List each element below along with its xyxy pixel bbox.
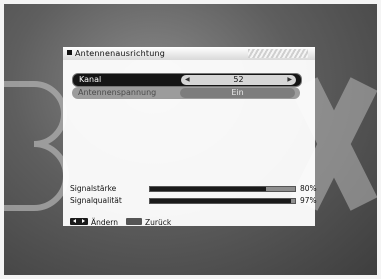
antenna-voltage-value: Ein	[231, 88, 244, 97]
signal-quality-fill	[150, 199, 291, 203]
channel-value: 52	[233, 75, 244, 84]
antenna-voltage-row[interactable]: Antennenspannung Ein	[72, 87, 300, 99]
channel-row[interactable]: Kanal ◀ 52 ▶	[72, 73, 302, 87]
signal-strength-percent: 80%	[300, 184, 317, 193]
signal-quality-label: Signalqualität	[70, 196, 122, 205]
change-hint: Ändern	[91, 218, 118, 227]
panel-header: Antennenausrichtung	[63, 47, 315, 60]
left-right-keys-icon	[70, 218, 88, 225]
back-key-icon	[125, 218, 142, 225]
signal-quality-bar	[149, 198, 296, 204]
help-bar: Ändern Zurück	[70, 218, 171, 228]
arrow-right-icon[interactable]: ▶	[287, 75, 292, 85]
back-hint: Zurück	[144, 218, 172, 227]
signal-quality-percent: 97%	[300, 196, 317, 205]
title-bullet-icon	[67, 50, 72, 55]
header-hatch-decoration	[248, 49, 308, 58]
channel-selector[interactable]: ◀ 52 ▶	[181, 75, 296, 85]
signal-strength-label: Signalstärke	[70, 184, 117, 193]
channel-label: Kanal	[79, 75, 102, 84]
antenna-voltage-selector[interactable]: Ein	[180, 88, 295, 98]
antenna-voltage-label: Antennenspannung	[78, 88, 157, 97]
signal-strength-bar	[149, 186, 296, 192]
tv-screen: Antennenausrichtung Kanal ◀ 52 ▶ Antenne…	[4, 4, 377, 275]
signal-strength-fill	[150, 187, 266, 191]
panel-title: Antennenausrichtung	[75, 49, 166, 58]
